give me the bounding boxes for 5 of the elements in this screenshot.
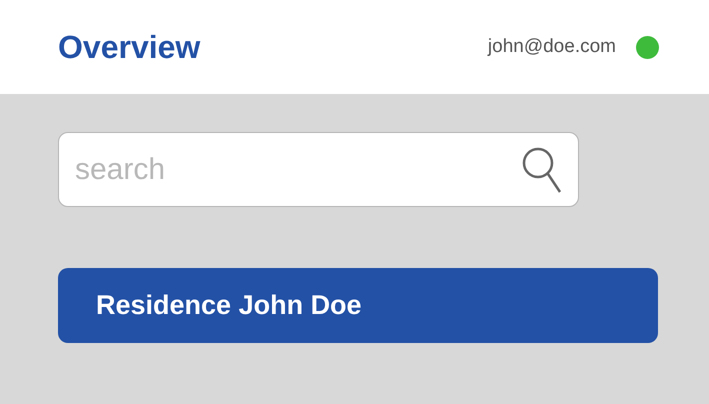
- user-email: john@doe.com: [488, 34, 616, 59]
- residence-item[interactable]: Residence John Doe: [58, 268, 658, 343]
- search-field[interactable]: search: [58, 132, 579, 207]
- search-icon: [521, 146, 563, 194]
- page-title: Overview: [58, 28, 200, 67]
